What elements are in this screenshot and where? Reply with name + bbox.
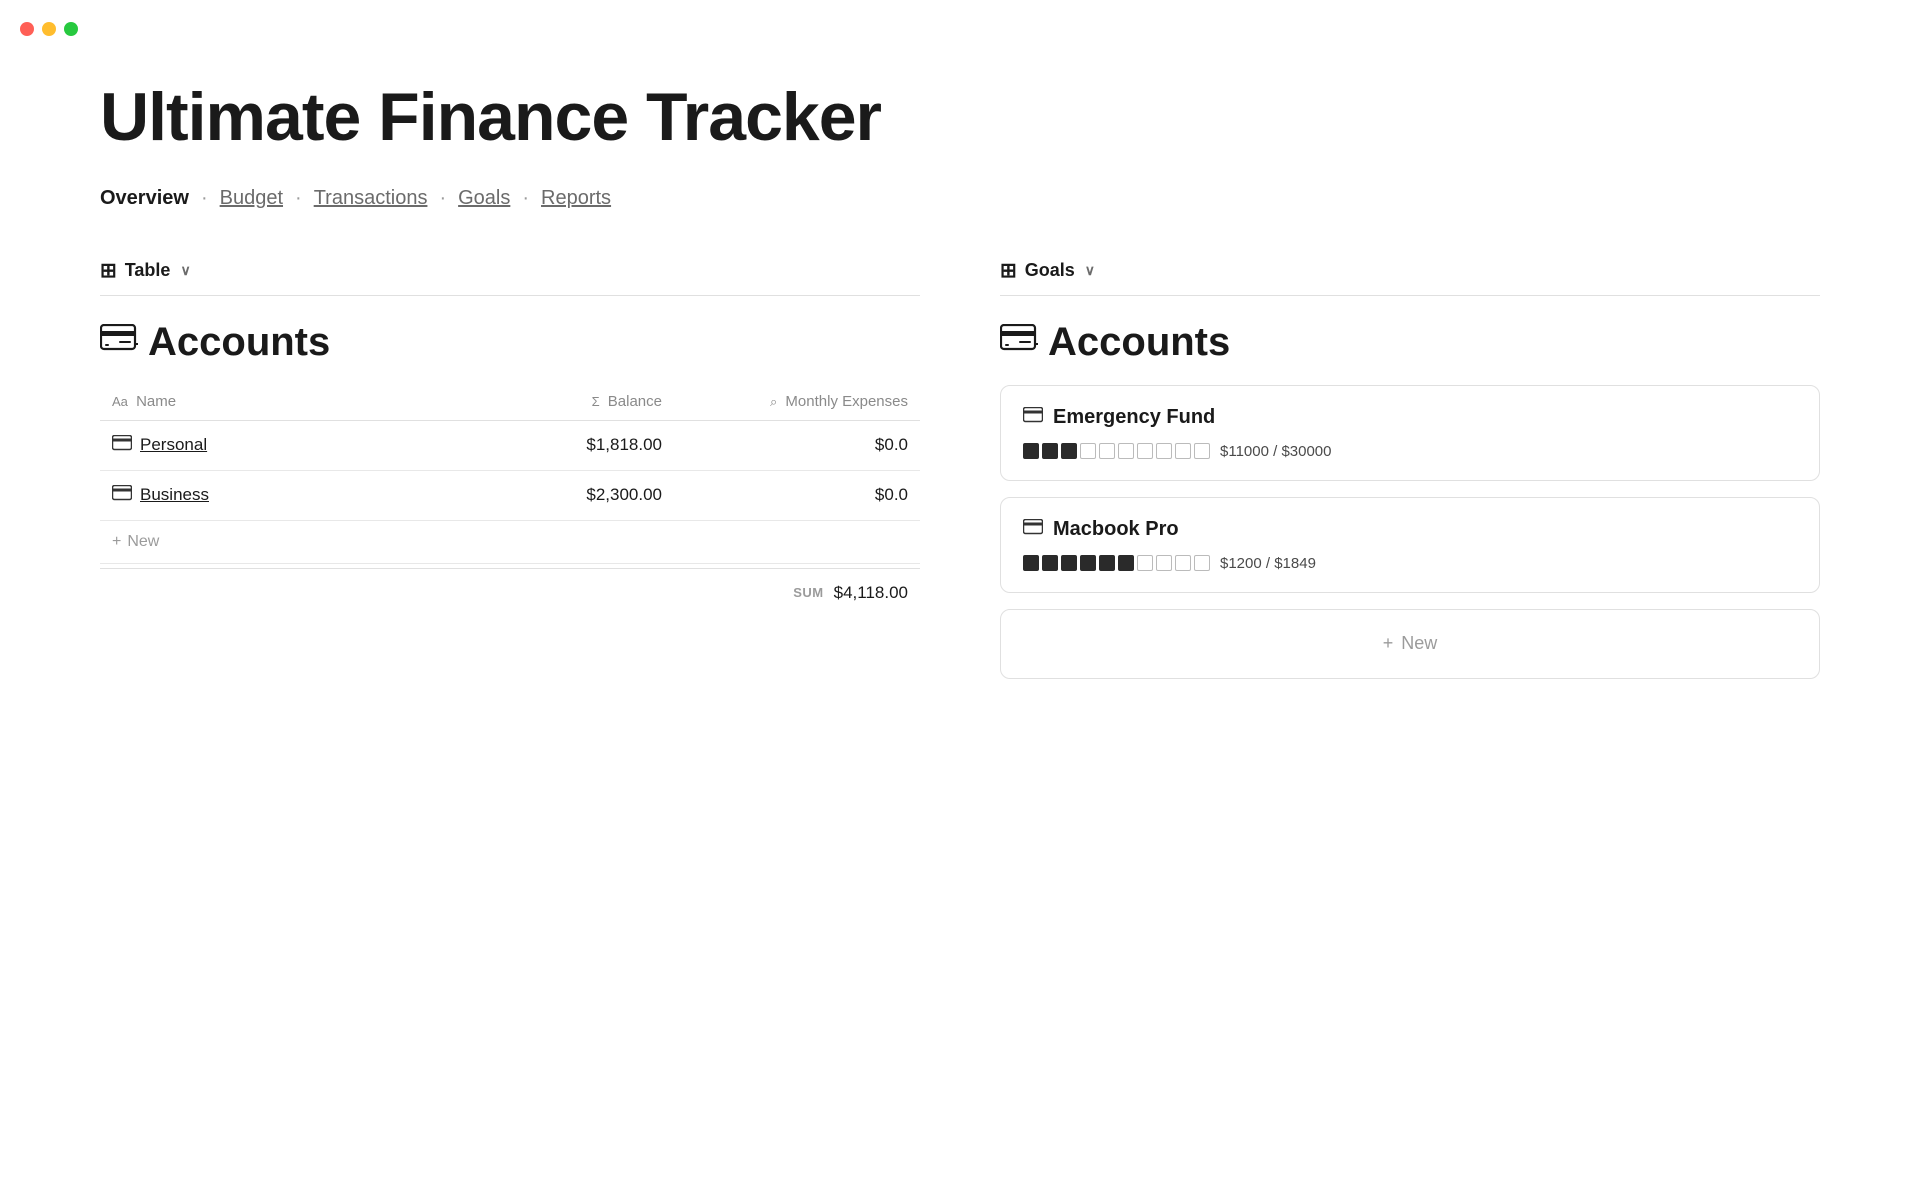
col-header-monthly: ⌕ Monthly Expenses xyxy=(674,385,920,421)
col-header-name: Aa Name xyxy=(100,385,428,421)
close-button[interactable] xyxy=(20,22,34,36)
progress-square xyxy=(1194,443,1210,459)
progress-square xyxy=(1061,443,1077,459)
goal-card-name: Emergency Fund xyxy=(1053,406,1215,429)
goal-card[interactable]: Emergency Fund $11000 / $30000 xyxy=(1000,385,1820,481)
tab-overview[interactable]: Overview xyxy=(100,187,189,210)
right-accounts-icon xyxy=(1000,321,1038,363)
account-balance-cell: $2,300.00 xyxy=(428,470,674,520)
new-goal-label: New xyxy=(1401,633,1437,654)
goal-card-title: Emergency Fund xyxy=(1023,406,1797,429)
minimize-button[interactable] xyxy=(42,22,56,36)
new-account-row[interactable]: + New xyxy=(100,521,920,564)
goals-view-label: Goals xyxy=(1025,260,1075,281)
goal-card-name: Macbook Pro xyxy=(1053,518,1179,541)
tab-goals[interactable]: Goals xyxy=(458,187,510,210)
monthly-col-icon: ⌕ xyxy=(770,394,777,409)
right-accounts-title: Accounts xyxy=(1048,320,1230,365)
goal-progress-text: $1200 / $1849 xyxy=(1220,555,1316,572)
table-view-header[interactable]: ⊞ Table ∨ xyxy=(100,258,920,296)
balance-col-icon: Σ xyxy=(592,394,600,409)
progress-square xyxy=(1118,443,1134,459)
right-accounts-heading: Accounts xyxy=(1000,320,1820,365)
progress-squares xyxy=(1023,443,1210,459)
progress-square xyxy=(1023,555,1039,571)
progress-square xyxy=(1175,443,1191,459)
progress-square xyxy=(1099,443,1115,459)
account-monthly-cell: $0.0 xyxy=(674,470,920,520)
traffic-lights xyxy=(0,0,98,58)
left-accounts-icon xyxy=(100,321,138,363)
new-account-label: New xyxy=(127,533,159,551)
left-accounts-heading: Accounts xyxy=(100,320,920,365)
two-column-layout: ⊞ Table ∨ Accounts xyxy=(100,258,1820,679)
goal-card-title: Macbook Pro xyxy=(1023,518,1797,541)
right-panel: ⊞ Goals ∨ Accounts xyxy=(1000,258,1820,679)
goal-progress-area: $1200 / $1849 xyxy=(1023,555,1797,572)
new-goal-plus-icon: + xyxy=(1383,633,1394,654)
goal-card-icon xyxy=(1023,519,1043,540)
progress-squares xyxy=(1023,555,1210,571)
table-view-icon: ⊞ xyxy=(100,258,117,283)
account-name-cell[interactable]: Business xyxy=(100,470,428,520)
tab-budget[interactable]: Budget xyxy=(220,187,283,210)
account-row-icon xyxy=(112,435,132,456)
nav-sep-1: · xyxy=(201,187,208,210)
progress-square xyxy=(1156,443,1172,459)
progress-square xyxy=(1137,555,1153,571)
left-panel: ⊞ Table ∨ Accounts xyxy=(100,258,920,679)
table-view-label: Table xyxy=(125,260,171,281)
progress-square xyxy=(1118,555,1134,571)
goals-view-icon: ⊞ xyxy=(1000,258,1017,283)
progress-square xyxy=(1156,555,1172,571)
goal-card[interactable]: Macbook Pro $1200 / $1849 xyxy=(1000,497,1820,593)
account-monthly-cell: $0.0 xyxy=(674,420,920,470)
left-accounts-title: Accounts xyxy=(148,320,330,365)
nav-sep-3: · xyxy=(439,187,446,210)
tab-transactions[interactable]: Transactions xyxy=(314,187,428,210)
goal-cards-container: Emergency Fund $11000 / $30000 Macbook P… xyxy=(1000,385,1820,593)
progress-square xyxy=(1080,555,1096,571)
table-row[interactable]: Personal $1,818.00 $0.0 xyxy=(100,420,920,470)
progress-square xyxy=(1175,555,1191,571)
goals-view-header[interactable]: ⊞ Goals ∨ xyxy=(1000,258,1820,296)
account-name-cell[interactable]: Personal xyxy=(100,420,428,470)
progress-square xyxy=(1023,443,1039,459)
nav-sep-2: · xyxy=(295,187,302,210)
progress-square xyxy=(1080,443,1096,459)
sum-value: $4,118.00 xyxy=(834,583,908,603)
goal-progress-text: $11000 / $30000 xyxy=(1220,443,1332,460)
page-title: Ultimate Finance Tracker xyxy=(100,80,1820,155)
progress-square xyxy=(1099,555,1115,571)
goals-chevron-icon: ∨ xyxy=(1085,262,1095,279)
sum-row: SUM $4,118.00 xyxy=(100,568,920,617)
tab-reports[interactable]: Reports xyxy=(541,187,611,210)
progress-square xyxy=(1042,443,1058,459)
col-header-balance: Σ Balance xyxy=(428,385,674,421)
maximize-button[interactable] xyxy=(64,22,78,36)
nav-sep-4: · xyxy=(522,187,529,210)
progress-square xyxy=(1042,555,1058,571)
main-content: Ultimate Finance Tracker Overview · Budg… xyxy=(0,0,1920,739)
table-chevron-icon: ∨ xyxy=(180,262,190,279)
goal-card-icon xyxy=(1023,407,1043,428)
sum-label: SUM xyxy=(793,585,823,600)
new-account-plus-icon: + xyxy=(112,533,121,551)
goal-progress-area: $11000 / $30000 xyxy=(1023,443,1797,460)
nav-tabs: Overview · Budget · Transactions · Goals… xyxy=(100,187,1820,210)
account-balance-cell: $1,818.00 xyxy=(428,420,674,470)
accounts-table: Aa Name Σ Balance ⌕ Monthly Expenses xyxy=(100,385,920,521)
progress-square xyxy=(1194,555,1210,571)
account-row-icon xyxy=(112,485,132,506)
name-col-icon: Aa xyxy=(112,394,128,409)
progress-square xyxy=(1061,555,1077,571)
progress-square xyxy=(1137,443,1153,459)
table-row[interactable]: Business $2,300.00 $0.0 xyxy=(100,470,920,520)
new-goal-card[interactable]: + New xyxy=(1000,609,1820,679)
